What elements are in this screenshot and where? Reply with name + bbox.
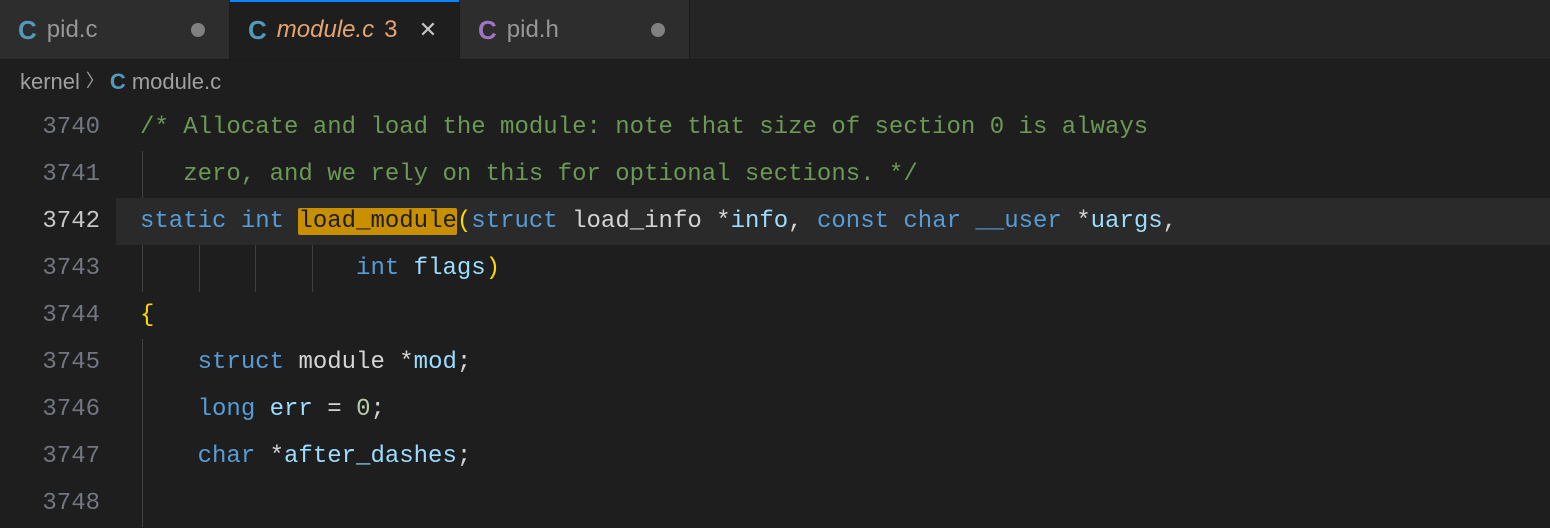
token-type-name: load_info bbox=[572, 208, 702, 235]
editor[interactable]: 3740 3741 3742 3743 3744 3745 3746 3747 … bbox=[0, 104, 1550, 528]
token-attr: __user bbox=[975, 208, 1061, 235]
c-file-icon: C bbox=[18, 17, 37, 43]
line-number: 3745 bbox=[0, 339, 100, 386]
indent-guide bbox=[142, 339, 143, 386]
tab-title: module.c bbox=[277, 13, 374, 47]
line-number-gutter: 3740 3741 3742 3743 3744 3745 3746 3747 … bbox=[0, 104, 116, 528]
indent-guide bbox=[255, 245, 256, 292]
code-line[interactable]: int flags) bbox=[116, 245, 1550, 292]
code-line[interactable]: zero, and we rely on this for optional s… bbox=[116, 151, 1550, 198]
token-keyword: struct bbox=[471, 208, 557, 235]
token-comma: , bbox=[1163, 208, 1177, 235]
line-number: 3741 bbox=[0, 151, 100, 198]
token-variable: after_dashes bbox=[284, 443, 457, 470]
token-semi: ; bbox=[457, 349, 471, 376]
line-number: 3747 bbox=[0, 433, 100, 480]
indent-guide bbox=[199, 245, 200, 292]
token-number: 0 bbox=[356, 396, 370, 423]
token-star: * bbox=[1076, 208, 1090, 235]
token-param: uargs bbox=[1091, 208, 1163, 235]
token-semi: ; bbox=[457, 443, 471, 470]
code-line[interactable]: long err = 0; bbox=[116, 386, 1550, 433]
token-comma: , bbox=[788, 208, 802, 235]
code-area[interactable]: /* Allocate and load the module: note th… bbox=[116, 104, 1550, 528]
c-file-icon: C bbox=[248, 17, 267, 43]
token-keyword: static bbox=[140, 208, 226, 235]
line-number: 3746 bbox=[0, 386, 100, 433]
token-paren: ( bbox=[457, 208, 471, 235]
code-line[interactable]: { bbox=[116, 292, 1550, 339]
tab-bar: C pid.c C module.c 3 ✕ C pid.h bbox=[0, 0, 1550, 60]
close-icon: ✕ bbox=[419, 19, 437, 41]
code-line[interactable]: struct module *mod; bbox=[116, 339, 1550, 386]
token-star: * bbox=[399, 349, 413, 376]
token-type: int bbox=[241, 208, 284, 235]
indent-guide bbox=[142, 480, 143, 527]
indent-guide bbox=[142, 433, 143, 480]
token-type: char bbox=[903, 208, 961, 235]
breadcrumb[interactable]: kernel 〉 C module.c bbox=[0, 60, 1550, 104]
line-number: 3748 bbox=[0, 480, 100, 527]
line-number: 3743 bbox=[0, 245, 100, 292]
token-param: flags bbox=[414, 255, 486, 282]
line-number: 3744 bbox=[0, 292, 100, 339]
tab-dirty-indicator[interactable] bbox=[185, 17, 211, 43]
tab-git-count: 3 bbox=[384, 13, 397, 47]
token-semi: ; bbox=[370, 396, 384, 423]
token-keyword: struct bbox=[198, 349, 284, 376]
breadcrumb-file[interactable]: module.c bbox=[132, 67, 221, 98]
code-line[interactable]: char *after_dashes; bbox=[116, 433, 1550, 480]
code-line[interactable]: static int load_module(struct load_info … bbox=[116, 198, 1550, 245]
token-type: int bbox=[356, 255, 399, 282]
dot-icon bbox=[191, 23, 205, 37]
token-variable: mod bbox=[414, 349, 457, 376]
indent-guide bbox=[142, 151, 143, 198]
token-type: long bbox=[198, 396, 256, 423]
tab-module-c[interactable]: C module.c 3 ✕ bbox=[230, 0, 460, 59]
token-function-name: load_module bbox=[298, 208, 456, 235]
indent-guide bbox=[142, 245, 143, 292]
token-star: * bbox=[716, 208, 730, 235]
indent-guide bbox=[312, 245, 313, 292]
code-line[interactable] bbox=[116, 480, 1550, 527]
token-type-name: module bbox=[298, 349, 384, 376]
tab-pid-h[interactable]: C pid.h bbox=[460, 0, 690, 59]
code-line[interactable]: /* Allocate and load the module: note th… bbox=[116, 104, 1550, 151]
c-header-icon: C bbox=[478, 17, 497, 43]
token-brace: { bbox=[140, 302, 154, 329]
indent-guide bbox=[142, 386, 143, 433]
tab-close-button[interactable]: ✕ bbox=[415, 17, 441, 43]
token-type: char bbox=[198, 443, 256, 470]
tab-pid-c[interactable]: C pid.c bbox=[0, 0, 230, 59]
tab-title: pid.c bbox=[47, 13, 98, 47]
breadcrumb-folder[interactable]: kernel bbox=[20, 67, 80, 98]
token-comment: zero, and we rely on this for optional s… bbox=[140, 161, 918, 188]
tab-dirty-indicator[interactable] bbox=[645, 17, 671, 43]
token-comment: /* Allocate and load the module: note th… bbox=[140, 114, 1148, 141]
tab-title: pid.h bbox=[507, 13, 559, 47]
token-paren: ) bbox=[486, 255, 500, 282]
token-keyword: const bbox=[817, 208, 889, 235]
token-variable: err bbox=[270, 396, 313, 423]
c-file-icon: C bbox=[110, 67, 126, 98]
token-param: info bbox=[731, 208, 789, 235]
token-star: * bbox=[270, 443, 284, 470]
token-operator: = bbox=[327, 396, 341, 423]
line-number: 3740 bbox=[0, 104, 100, 151]
chevron-right-icon: 〉 bbox=[86, 69, 104, 94]
line-number: 3742 bbox=[0, 198, 100, 245]
dot-icon bbox=[651, 23, 665, 37]
